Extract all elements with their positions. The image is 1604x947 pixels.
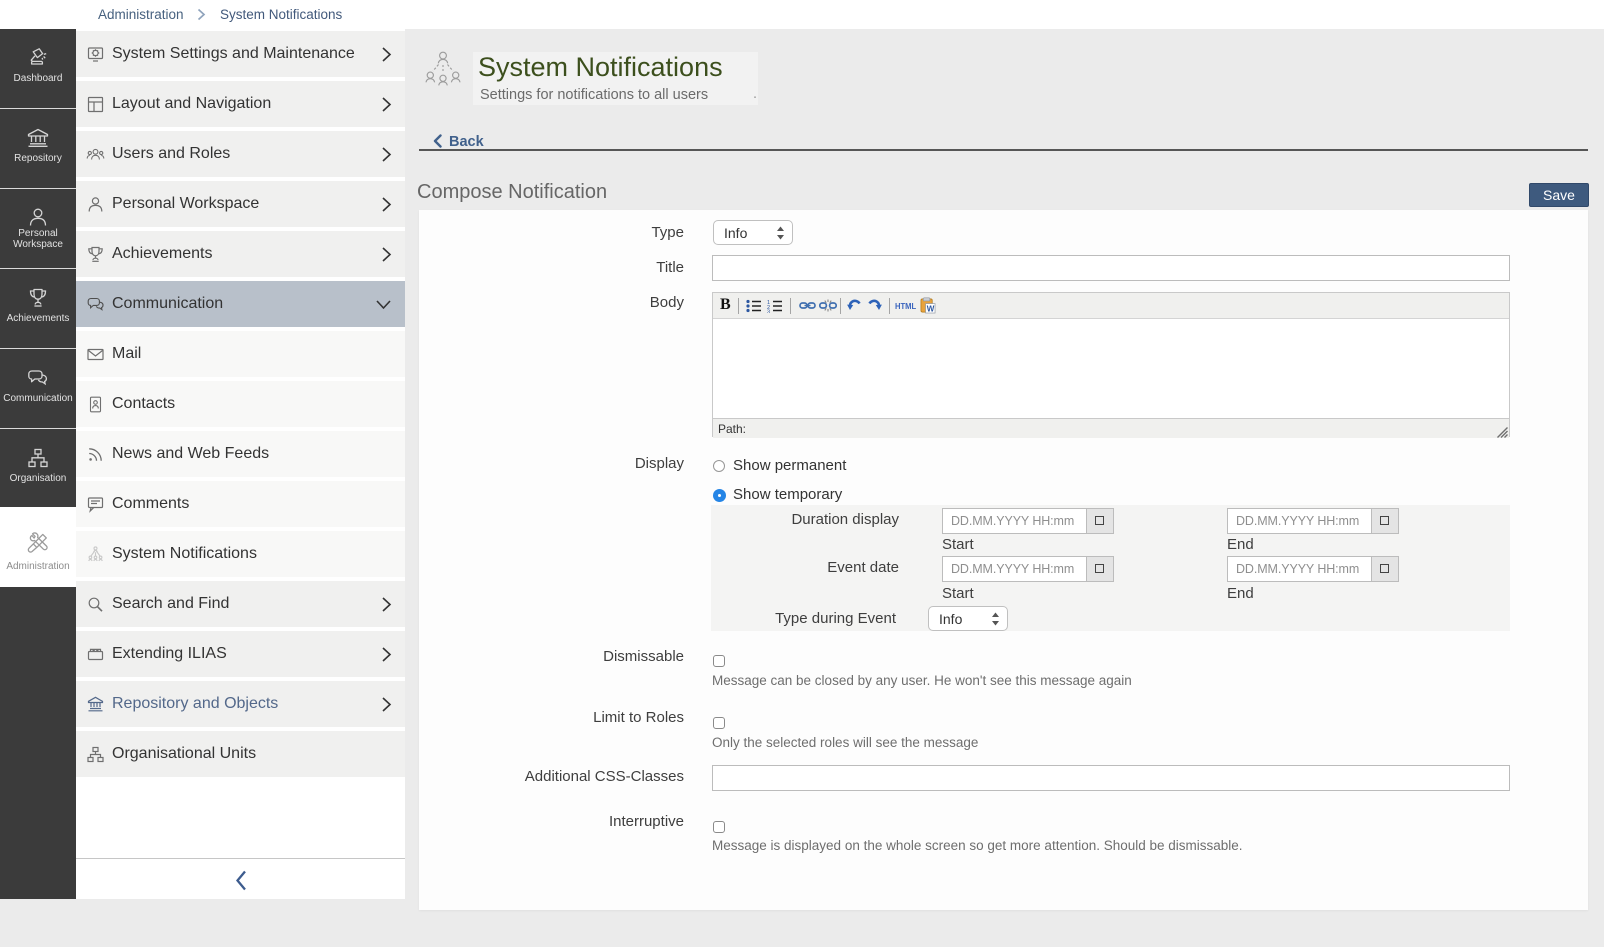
svg-text:W: W [927, 305, 935, 314]
svg-text:3: 3 [767, 310, 770, 314]
